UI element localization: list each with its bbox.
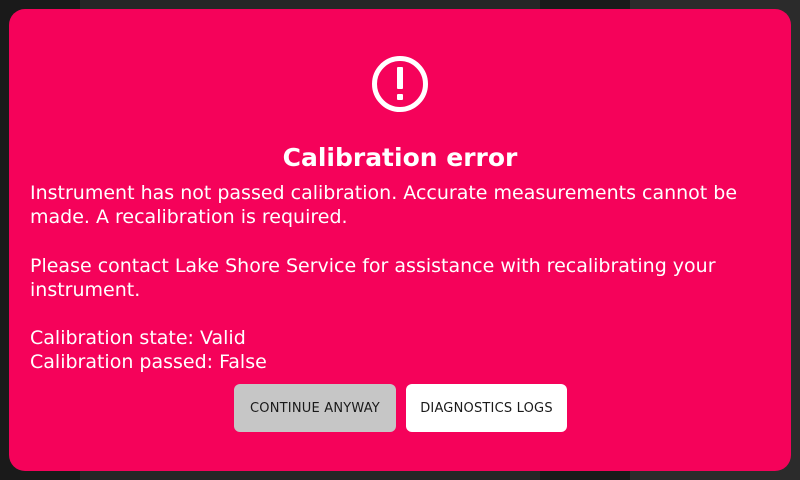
diagnostics-logs-button[interactable]: DIAGNOSTICS LOGS: [406, 384, 567, 432]
service-message: Please contact Lake Shore Service for as…: [30, 255, 716, 301]
alert-circle-icon: [372, 56, 428, 112]
calibration-passed-text: Calibration passed: False: [30, 351, 267, 373]
dialog-title: Calibration error: [282, 143, 518, 172]
continue-anyway-button[interactable]: CONTINUE ANYWAY: [234, 384, 396, 432]
calibration-state-text: Calibration state: Valid: [30, 327, 246, 349]
calibration-error-dialog: Calibration error Instrument has not pas…: [9, 9, 791, 471]
error-message: Instrument has not passed calibration. A…: [30, 182, 738, 228]
